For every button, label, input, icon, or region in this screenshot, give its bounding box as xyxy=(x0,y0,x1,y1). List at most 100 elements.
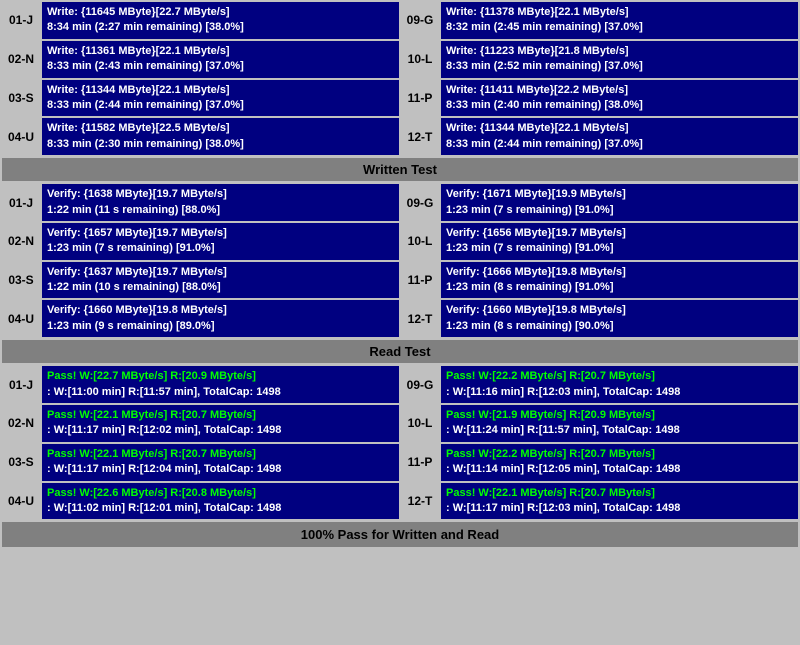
read-test-header: Read Test xyxy=(2,340,798,363)
status-line1: Pass! W:[22.1 MByte/s] R:[20.7 MByte/s] xyxy=(446,486,793,501)
status-line2: 1:23 min (7 s remaining) [91.0%] xyxy=(446,203,793,218)
status-line2: : W:[11:14 min] R:[12:05 min], TotalCap:… xyxy=(446,462,793,477)
status-line2: 1:22 min (11 s remaining) [88.0%] xyxy=(47,203,394,218)
status-line1: Verify: {1656 MByte}[19.7 MByte/s] xyxy=(446,226,793,241)
table-row: 04-UWrite: {11582 MByte}[22.5 MByte/s]8:… xyxy=(2,118,798,155)
table-row: 02-NWrite: {11361 MByte}[22.1 MByte/s]8:… xyxy=(2,41,798,78)
table-row: 01-JPass! W:[22.7 MByte/s] R:[20.9 MByte… xyxy=(2,366,798,403)
device-id-right: 10-L xyxy=(401,223,439,260)
status-line2: 8:33 min (2:44 min remaining) [37.0%] xyxy=(446,137,793,152)
device-id-left: 04-U xyxy=(2,300,40,337)
status-line1: Pass! W:[22.1 MByte/s] R:[20.7 MByte/s] xyxy=(47,447,394,462)
status-cell-right: Verify: {1660 MByte}[19.8 MByte/s]1:23 m… xyxy=(441,300,798,337)
status-line1: Verify: {1666 MByte}[19.8 MByte/s] xyxy=(446,265,793,280)
device-id-right: 12-T xyxy=(401,118,439,155)
table-row: 03-SVerify: {1637 MByte}[19.7 MByte/s]1:… xyxy=(2,262,798,299)
status-line2: 8:33 min (2:52 min remaining) [37.0%] xyxy=(446,59,793,74)
device-id-right: 11-P xyxy=(401,444,439,481)
status-line1: Pass! W:[22.2 MByte/s] R:[20.7 MByte/s] xyxy=(446,447,793,462)
table-row: 02-NVerify: {1657 MByte}[19.7 MByte/s]1:… xyxy=(2,223,798,260)
status-cell-left: Pass! W:[22.1 MByte/s] R:[20.7 MByte/s]:… xyxy=(42,405,399,442)
status-line1: Write: {11344 MByte}[22.1 MByte/s] xyxy=(446,121,793,136)
status-cell-right: Write: {11378 MByte}[22.1 MByte/s]8:32 m… xyxy=(441,2,798,39)
device-id-right: 09-G xyxy=(401,366,439,403)
status-line1: Verify: {1671 MByte}[19.9 MByte/s] xyxy=(446,187,793,202)
status-line2: : W:[11:02 min] R:[12:01 min], TotalCap:… xyxy=(47,501,394,516)
table-row: 03-SWrite: {11344 MByte}[22.1 MByte/s]8:… xyxy=(2,80,798,117)
status-line1: Write: {11378 MByte}[22.1 MByte/s] xyxy=(446,5,793,20)
status-line2: 1:23 min (7 s remaining) [91.0%] xyxy=(446,241,793,256)
status-line2: : W:[11:16 min] R:[12:03 min], TotalCap:… xyxy=(446,385,793,400)
main-container: 01-JWrite: {11645 MByte}[22.7 MByte/s]8:… xyxy=(0,0,800,549)
status-cell-left: Pass! W:[22.6 MByte/s] R:[20.8 MByte/s]:… xyxy=(42,483,399,520)
device-id-left: 02-N xyxy=(2,41,40,78)
status-line2: : W:[11:17 min] R:[12:02 min], TotalCap:… xyxy=(47,423,394,438)
status-cell-left: Pass! W:[22.7 MByte/s] R:[20.9 MByte/s]:… xyxy=(42,366,399,403)
device-id-left: 01-J xyxy=(2,2,40,39)
status-cell-left: Verify: {1638 MByte}[19.7 MByte/s]1:22 m… xyxy=(42,184,399,221)
status-line1: Verify: {1637 MByte}[19.7 MByte/s] xyxy=(47,265,394,280)
device-id-right: 11-P xyxy=(401,262,439,299)
table-row: 01-JVerify: {1638 MByte}[19.7 MByte/s]1:… xyxy=(2,184,798,221)
status-cell-left: Write: {11645 MByte}[22.7 MByte/s]8:34 m… xyxy=(42,2,399,39)
status-cell-right: Write: {11411 MByte}[22.2 MByte/s]8:33 m… xyxy=(441,80,798,117)
status-line1: Verify: {1660 MByte}[19.8 MByte/s] xyxy=(446,303,793,318)
status-line1: Pass! W:[22.2 MByte/s] R:[20.7 MByte/s] xyxy=(446,369,793,384)
status-line2: 8:34 min (2:27 min remaining) [38.0%] xyxy=(47,20,394,35)
status-line2: 1:23 min (9 s remaining) [89.0%] xyxy=(47,319,394,334)
table-row: 01-JWrite: {11645 MByte}[22.7 MByte/s]8:… xyxy=(2,2,798,39)
status-cell-right: Verify: {1671 MByte}[19.9 MByte/s]1:23 m… xyxy=(441,184,798,221)
status-line2: 8:32 min (2:45 min remaining) [37.0%] xyxy=(446,20,793,35)
written-test-header: Written Test xyxy=(2,158,798,181)
status-cell-right: Pass! W:[22.1 MByte/s] R:[20.7 MByte/s]:… xyxy=(441,483,798,520)
device-id-right: 09-G xyxy=(401,2,439,39)
status-line1: Write: {11223 MByte}[21.8 MByte/s] xyxy=(446,44,793,59)
status-line1: Write: {11411 MByte}[22.2 MByte/s] xyxy=(446,83,793,98)
status-line2: 8:33 min (2:44 min remaining) [37.0%] xyxy=(47,98,394,113)
status-line2: 1:23 min (8 s remaining) [91.0%] xyxy=(446,280,793,295)
verify-section: 01-JVerify: {1638 MByte}[19.7 MByte/s]1:… xyxy=(2,184,798,363)
device-id-right: 10-L xyxy=(401,41,439,78)
status-line2: 8:33 min (2:43 min remaining) [37.0%] xyxy=(47,59,394,74)
status-line1: Write: {11582 MByte}[22.5 MByte/s] xyxy=(47,121,394,136)
status-cell-right: Write: {11223 MByte}[21.8 MByte/s]8:33 m… xyxy=(441,41,798,78)
table-row: 02-NPass! W:[22.1 MByte/s] R:[20.7 MByte… xyxy=(2,405,798,442)
status-cell-left: Write: {11582 MByte}[22.5 MByte/s]8:33 m… xyxy=(42,118,399,155)
device-id-left: 04-U xyxy=(2,483,40,520)
status-cell-right: Pass! W:[21.9 MByte/s] R:[20.9 MByte/s]:… xyxy=(441,405,798,442)
status-cell-right: Verify: {1666 MByte}[19.8 MByte/s]1:23 m… xyxy=(441,262,798,299)
status-line1: Verify: {1638 MByte}[19.7 MByte/s] xyxy=(47,187,394,202)
status-cell-right: Pass! W:[22.2 MByte/s] R:[20.7 MByte/s]:… xyxy=(441,444,798,481)
device-id-left: 01-J xyxy=(2,366,40,403)
table-row: 04-UVerify: {1660 MByte}[19.8 MByte/s]1:… xyxy=(2,300,798,337)
status-line1: Pass! W:[22.7 MByte/s] R:[20.9 MByte/s] xyxy=(47,369,394,384)
device-id-left: 02-N xyxy=(2,223,40,260)
status-line2: : W:[11:17 min] R:[12:04 min], TotalCap:… xyxy=(47,462,394,477)
device-id-right: 10-L xyxy=(401,405,439,442)
table-row: 04-UPass! W:[22.6 MByte/s] R:[20.8 MByte… xyxy=(2,483,798,520)
status-line1: Pass! W:[22.1 MByte/s] R:[20.7 MByte/s] xyxy=(47,408,394,423)
table-row: 03-SPass! W:[22.1 MByte/s] R:[20.7 MByte… xyxy=(2,444,798,481)
status-line1: Write: {11361 MByte}[22.1 MByte/s] xyxy=(47,44,394,59)
pass-section: 01-JPass! W:[22.7 MByte/s] R:[20.9 MByte… xyxy=(2,366,798,519)
status-cell-left: Write: {11344 MByte}[22.1 MByte/s]8:33 m… xyxy=(42,80,399,117)
write-section: 01-JWrite: {11645 MByte}[22.7 MByte/s]8:… xyxy=(2,2,798,181)
status-line1: Pass! W:[21.9 MByte/s] R:[20.9 MByte/s] xyxy=(446,408,793,423)
device-id-right: 12-T xyxy=(401,300,439,337)
status-cell-left: Write: {11361 MByte}[22.1 MByte/s]8:33 m… xyxy=(42,41,399,78)
device-id-left: 04-U xyxy=(2,118,40,155)
status-line2: 8:33 min (2:40 min remaining) [38.0%] xyxy=(446,98,793,113)
status-cell-right: Verify: {1656 MByte}[19.7 MByte/s]1:23 m… xyxy=(441,223,798,260)
status-line1: Verify: {1660 MByte}[19.8 MByte/s] xyxy=(47,303,394,318)
status-line2: : W:[11:24 min] R:[11:57 min], TotalCap:… xyxy=(446,423,793,438)
device-id-right: 12-T xyxy=(401,483,439,520)
status-cell-right: Pass! W:[22.2 MByte/s] R:[20.7 MByte/s]:… xyxy=(441,366,798,403)
status-cell-left: Verify: {1657 MByte}[19.7 MByte/s]1:23 m… xyxy=(42,223,399,260)
status-line1: Pass! W:[22.6 MByte/s] R:[20.8 MByte/s] xyxy=(47,486,394,501)
status-line2: 1:23 min (8 s remaining) [90.0%] xyxy=(446,319,793,334)
status-cell-right: Write: {11344 MByte}[22.1 MByte/s]8:33 m… xyxy=(441,118,798,155)
status-line2: 1:23 min (7 s remaining) [91.0%] xyxy=(47,241,394,256)
device-id-left: 02-N xyxy=(2,405,40,442)
status-cell-left: Pass! W:[22.1 MByte/s] R:[20.7 MByte/s]:… xyxy=(42,444,399,481)
status-line2: : W:[11:17 min] R:[12:03 min], TotalCap:… xyxy=(446,501,793,516)
